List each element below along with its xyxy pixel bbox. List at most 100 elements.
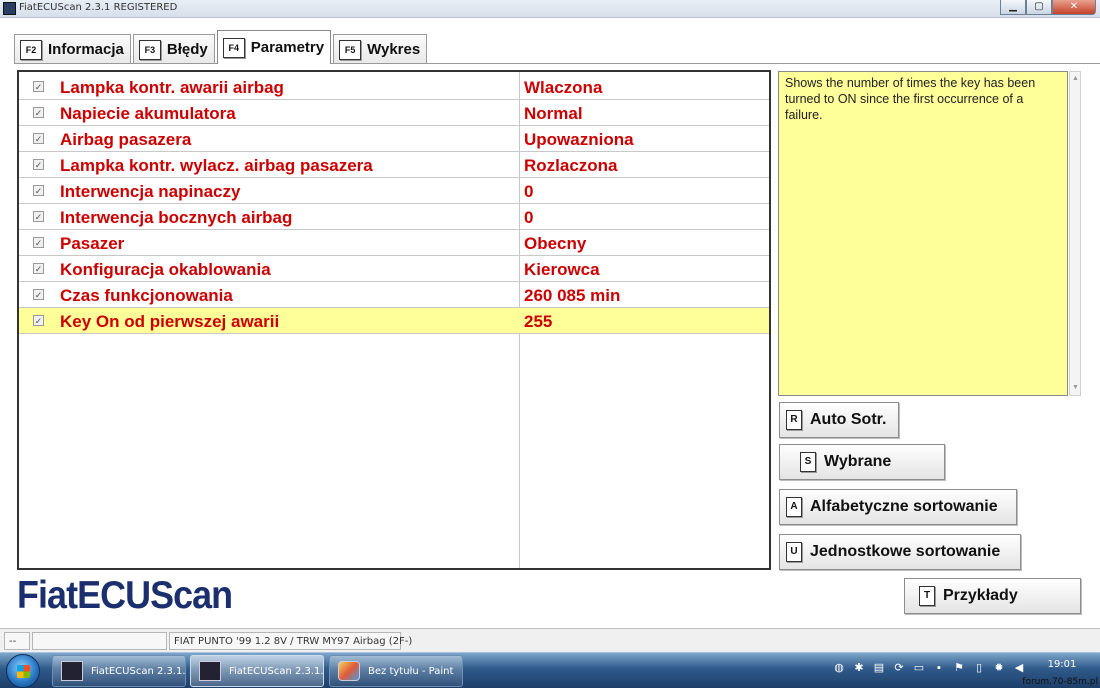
parameter-value: 0 [524, 208, 534, 227]
parameter-name: Konfiguracja okablowania [60, 260, 271, 279]
checkbox[interactable]: ✓ [33, 185, 44, 196]
button-label: Auto Sotr. [810, 411, 887, 428]
tab-label: Parametry [250, 39, 325, 56]
fiatecuscan-icon [61, 661, 83, 681]
status-cell-2 [32, 632, 167, 650]
clock-time: 19:01 [1047, 659, 1077, 670]
unit-sort-button[interactable]: U Jednostkowe sortowanie [779, 534, 1021, 570]
clock[interactable]: 19:01 [1030, 658, 1094, 671]
network-icon[interactable]: ◍ [832, 661, 846, 675]
table-row[interactable]: ✓ Czas funkcjonowania 260 085 min [19, 282, 769, 308]
table-row[interactable]: ✓ Lampka kontr. wylacz. airbag pasazera … [19, 152, 769, 178]
table-row[interactable]: ✓ Napiecie akumulatora Normal [19, 100, 769, 126]
tab-wykres[interactable]: F5 Wykres [333, 34, 428, 64]
flag-icon[interactable]: ⚑ [952, 661, 966, 675]
antivirus-icon[interactable]: ✱ [852, 661, 866, 675]
system-tray: ◍ ✱ ▤ ⟳ ▭ ▪ ⚑ ▯ ✹ ◀ [832, 661, 1026, 675]
r-key-icon: R [786, 410, 802, 430]
button-label: Wybrane [824, 453, 892, 470]
tab-label: Błędy [166, 41, 208, 58]
settings-icon[interactable]: ✹ [992, 661, 1006, 675]
taskbar-item-paint[interactable]: Bez tytułu - Paint [329, 655, 463, 687]
parameter-value: Kierowca [524, 260, 600, 279]
table-row[interactable]: ✓ Interwencja napinaczy 0 [19, 178, 769, 204]
table-row[interactable]: ✓ Pasazer Obecny [19, 230, 769, 256]
start-button[interactable] [6, 654, 40, 688]
taskbar-item-label: Bez tytułu - Paint [368, 665, 454, 677]
monitor-icon[interactable]: ▭ [912, 661, 926, 675]
checkbox[interactable]: ✓ [33, 289, 44, 300]
f5-key-icon: F5 [339, 39, 362, 60]
maximize-button[interactable]: ▢ [1026, 0, 1052, 15]
minimize-button[interactable]: ▁ [1000, 0, 1026, 15]
windows-taskbar: FiatECUScan 2.3.1... FiatECUScan 2.3.1..… [0, 652, 1100, 688]
checkbox[interactable]: ✓ [33, 315, 44, 326]
status-bar: -- FIAT PUNTO '99 1.2 8V / TRW MY97 Airb… [0, 628, 1100, 652]
parameter-name: Lampka kontr. wylacz. airbag pasazera [60, 156, 373, 175]
taskbar-item-fiatecuscan-1[interactable]: FiatECUScan 2.3.1... [52, 655, 186, 687]
parameter-name: Key On od pierwszej awarii [60, 312, 280, 331]
s-key-icon: S [800, 452, 816, 472]
parameter-value: 0 [524, 182, 534, 201]
button-label: Alfabetyczne sortowanie [810, 498, 998, 515]
parameter-table: ✓ Lampka kontr. awarii airbag Wlaczona ✓… [17, 70, 771, 570]
parameter-value: Upowazniona [524, 130, 634, 149]
table-row-selected[interactable]: ✓ Key On od pierwszej awarii 255 [19, 308, 769, 334]
sync-icon[interactable]: ⟳ [892, 661, 906, 675]
u-key-icon: U [786, 542, 802, 562]
volume-icon[interactable]: ◀ [1012, 661, 1026, 675]
parameter-value: Normal [524, 104, 583, 123]
tab-parametry[interactable]: F4 Parametry [216, 30, 332, 64]
checkbox[interactable]: ✓ [33, 211, 44, 222]
checkbox[interactable]: ✓ [33, 263, 44, 274]
parameter-name: Lampka kontr. awarii airbag [60, 78, 284, 97]
parameter-name: Interwencja bocznych airbag [60, 208, 293, 227]
parameter-value: Wlaczona [524, 78, 603, 97]
scroll-down-arrow-icon[interactable]: ▼ [1071, 383, 1080, 393]
examples-button[interactable]: T Przykłady [904, 578, 1081, 614]
app-icon [3, 2, 16, 15]
checkbox[interactable]: ✓ [33, 159, 44, 170]
tab-bar: F2 Informacja F3 Błędy F4 Parametry F5 W… [14, 30, 429, 64]
selected-button[interactable]: S Wybrane [779, 444, 945, 480]
battery-icon[interactable]: ▯ [972, 661, 986, 675]
parameter-name: Napiecie akumulatora [60, 104, 236, 123]
window-title: FiatECUScan 2.3.1 REGISTERED [19, 2, 178, 13]
fiatecuscan-logo: FiatECUScan [17, 574, 233, 617]
checkbox[interactable]: ✓ [33, 107, 44, 118]
fiatecuscan-icon [199, 661, 221, 681]
tab-informacja[interactable]: F2 Informacja [14, 34, 131, 64]
tab-divider [14, 63, 1100, 64]
f2-key-icon: F2 [20, 39, 42, 60]
t-key-icon: T [919, 586, 935, 606]
close-button[interactable]: ✕ [1052, 0, 1096, 15]
parameter-description: Shows the number of times the key has be… [778, 71, 1068, 396]
parameter-name: Pasazer [60, 234, 125, 253]
f3-key-icon: F3 [138, 39, 161, 60]
a-key-icon: A [786, 497, 802, 517]
device-icon[interactable]: ▪ [932, 661, 946, 675]
auto-sort-button[interactable]: R Auto Sotr. [779, 402, 899, 438]
table-row[interactable]: ✓ Konfiguracja okablowania Kierowca [19, 256, 769, 282]
taskbar-item-fiatecuscan-2[interactable]: FiatECUScan 2.3.1... [190, 655, 324, 687]
scroll-up-arrow-icon[interactable]: ▲ [1071, 74, 1080, 84]
parameter-value: 255 [524, 312, 553, 331]
vehicle-status: FIAT PUNTO '99 1.2 8V / TRW MY97 Airbag … [169, 632, 412, 650]
description-scrollbar[interactable]: ▲ ▼ [1069, 71, 1081, 396]
table-row[interactable]: ✓ Airbag pasazera Upowazniona [19, 126, 769, 152]
title-bar: FiatECUScan 2.3.1 REGISTERED ▁ ▢ ✕ [0, 0, 1100, 18]
parameter-value: Rozlaczona [524, 156, 618, 175]
parameter-value: 260 085 min [524, 286, 621, 305]
parameter-name: Interwencja napinaczy [60, 182, 241, 201]
watermark: forum.70-85m.pl [1022, 677, 1098, 687]
table-row[interactable]: ✓ Lampka kontr. awarii airbag Wlaczona [19, 74, 769, 100]
printer-icon[interactable]: ▤ [872, 661, 886, 675]
alphabetical-sort-button[interactable]: A Alfabetyczne sortowanie [779, 489, 1017, 525]
checkbox[interactable]: ✓ [33, 81, 44, 92]
table-row[interactable]: ✓ Interwencja bocznych airbag 0 [19, 204, 769, 230]
taskbar-item-label: FiatECUScan 2.3.1... [91, 665, 186, 677]
checkbox[interactable]: ✓ [33, 237, 44, 248]
checkbox[interactable]: ✓ [33, 133, 44, 144]
f4-key-icon: F4 [222, 37, 245, 58]
tab-bledy[interactable]: F3 Błędy [132, 34, 215, 64]
